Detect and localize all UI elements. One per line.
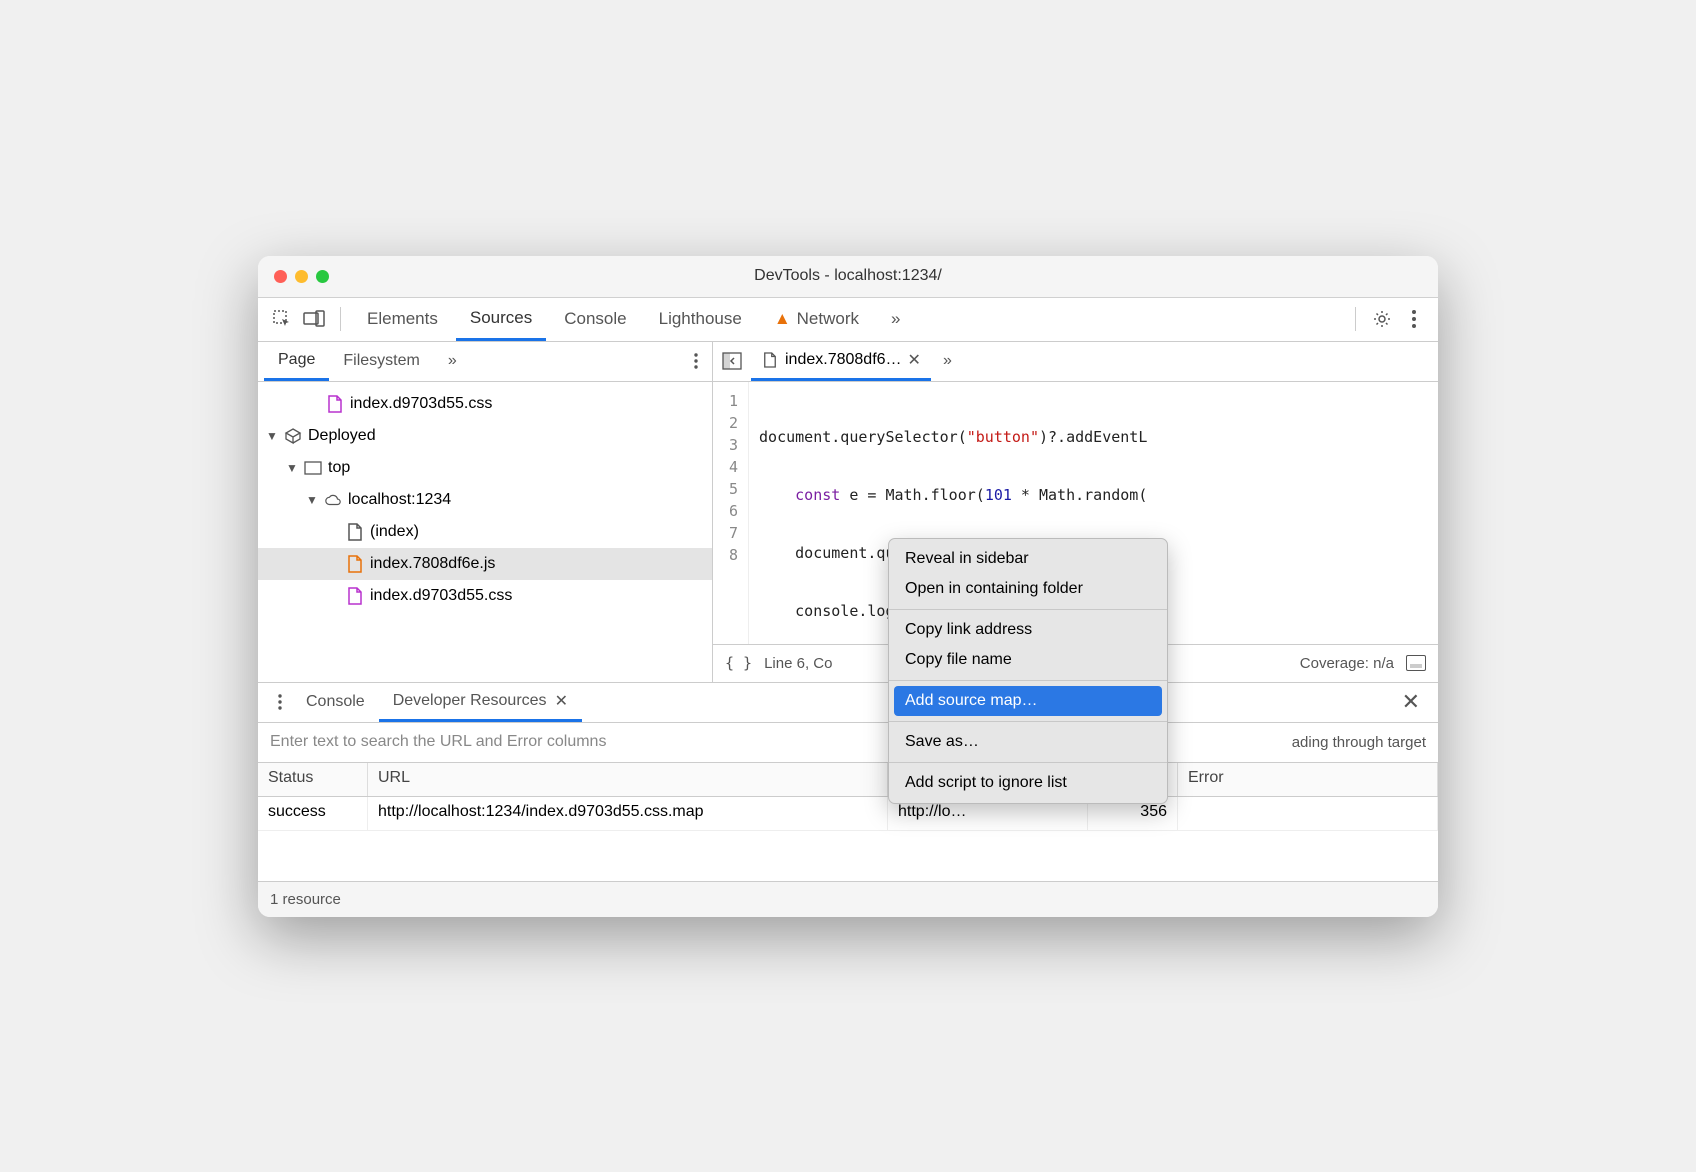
context-menu: Reveal in sidebar Open in containing fol… <box>888 538 1168 804</box>
through-target-label: ading through target <box>1292 734 1426 751</box>
navigator-more-icon[interactable] <box>686 353 706 369</box>
tree-item-label: index.d9703d55.css <box>350 395 492 413</box>
tree-item-css[interactable]: index.d9703d55.css <box>258 388 712 420</box>
menu-open-folder[interactable]: Open in containing folder <box>889 574 1167 604</box>
tabs-overflow-icon[interactable]: » <box>877 298 914 341</box>
menu-add-source-map[interactable]: Add source map… <box>894 686 1162 716</box>
close-tab-icon[interactable]: ✕ <box>908 350 921 370</box>
cell-error <box>1178 797 1438 830</box>
devtools-window: DevTools - localhost:1234/ Elements Sour… <box>258 256 1438 917</box>
tree-item-host[interactable]: ▼ localhost:1234 <box>258 484 712 516</box>
css-file-icon <box>326 395 344 413</box>
tree-item-label: index.7808df6e.js <box>370 555 495 573</box>
tab-lighthouse[interactable]: Lighthouse <box>645 298 756 341</box>
menu-reveal-sidebar[interactable]: Reveal in sidebar <box>889 544 1167 574</box>
window-title: DevTools - localhost:1234/ <box>258 267 1438 285</box>
frame-icon <box>304 459 322 477</box>
tab-network-label: Network <box>797 309 859 329</box>
menu-copy-name[interactable]: Copy file name <box>889 645 1167 675</box>
cursor-position: Line 6, Co <box>764 655 832 672</box>
drawer-tabs: Console Developer Resources ✕ ✕ <box>258 683 1438 723</box>
cube-icon <box>284 427 302 445</box>
tree-item-css2[interactable]: index.d9703d55.css <box>258 580 712 612</box>
toggle-navigator-icon[interactable] <box>719 348 745 374</box>
cell-status: success <box>258 797 368 830</box>
drawer-tab-developer-resources[interactable]: Developer Resources ✕ <box>379 683 582 722</box>
tab-elements[interactable]: Elements <box>353 298 452 341</box>
caret-down-icon: ▼ <box>306 493 318 507</box>
editor-file-tabs: index.7808df6… ✕ » <box>713 342 1438 382</box>
drawer-tab-console[interactable]: Console <box>292 683 379 722</box>
css-file-icon <box>346 587 364 605</box>
col-url[interactable]: URL <box>368 763 888 796</box>
col-status[interactable]: Status <box>258 763 368 796</box>
file-tabs-overflow-icon[interactable]: » <box>937 352 958 370</box>
line-gutter: 1 2 3 4 5 6 7 8 <box>713 382 749 644</box>
tree-item-js[interactable]: index.7808df6e.js <box>258 548 712 580</box>
drawer-tab-label: Developer Resources <box>393 692 547 710</box>
cell-url: http://localhost:1234/index.d9703d55.css… <box>368 797 888 830</box>
navigator-overflow-icon[interactable]: » <box>434 342 471 381</box>
caret-down-icon: ▼ <box>266 429 278 443</box>
tab-sources[interactable]: Sources <box>456 298 546 341</box>
tree-item-top[interactable]: ▼ top <box>258 452 712 484</box>
table-footer: 1 resource <box>258 881 1438 917</box>
menu-separator <box>889 680 1167 681</box>
more-menu-icon[interactable] <box>1400 305 1428 333</box>
tree-item-label: Deployed <box>308 427 376 445</box>
device-toolbar-icon[interactable] <box>300 305 328 333</box>
tab-filesystem[interactable]: Filesystem <box>329 342 433 381</box>
tab-console[interactable]: Console <box>550 298 640 341</box>
divider <box>1355 307 1356 331</box>
close-drawer-icon[interactable]: ✕ <box>1394 689 1428 715</box>
navigator-tabs: Page Filesystem » <box>258 342 712 382</box>
navigator-panel: Page Filesystem » index.d9703d55.css ▼ D… <box>258 342 713 682</box>
js-file-icon <box>346 555 364 573</box>
settings-icon[interactable] <box>1368 305 1396 333</box>
pretty-print-icon[interactable]: { } <box>725 654 752 672</box>
tree-item-label: (index) <box>370 523 419 541</box>
coverage-status: Coverage: n/a <box>1300 655 1394 672</box>
table-header: Status URL Error <box>258 763 1438 797</box>
drawer-more-icon[interactable] <box>268 694 292 710</box>
divider <box>340 307 341 331</box>
titlebar: DevTools - localhost:1234/ <box>258 256 1438 298</box>
tree-item-index[interactable]: (index) <box>258 516 712 548</box>
main-tabs: Elements Sources Console Lighthouse ▲ Ne… <box>258 298 1438 342</box>
content-area: Page Filesystem » index.d9703d55.css ▼ D… <box>258 342 1438 682</box>
drawer: Console Developer Resources ✕ ✕ ading th… <box>258 682 1438 917</box>
tab-page[interactable]: Page <box>264 342 329 381</box>
file-tree: index.d9703d55.css ▼ Deployed ▼ top ▼ lo… <box>258 382 712 618</box>
inspect-element-icon[interactable] <box>268 305 296 333</box>
tree-item-label: localhost:1234 <box>348 491 451 509</box>
close-drawer-tab-icon[interactable]: ✕ <box>555 691 568 711</box>
menu-separator <box>889 721 1167 722</box>
menu-separator <box>889 609 1167 610</box>
menu-save-as[interactable]: Save as… <box>889 727 1167 757</box>
menu-ignore-list[interactable]: Add script to ignore list <box>889 768 1167 798</box>
tree-item-label: top <box>328 459 350 477</box>
col-error[interactable]: Error <box>1178 763 1438 796</box>
resources-table: Status URL Error success http://localhos… <box>258 763 1438 917</box>
file-tab-active[interactable]: index.7808df6… ✕ <box>751 342 931 381</box>
tree-item-deployed[interactable]: ▼ Deployed <box>258 420 712 452</box>
menu-separator <box>889 762 1167 763</box>
file-tab-label: index.7808df6… <box>785 351 902 369</box>
document-icon <box>761 351 779 369</box>
tab-network[interactable]: ▲ Network <box>760 298 873 341</box>
cloud-icon <box>324 491 342 509</box>
caret-down-icon: ▼ <box>286 461 298 475</box>
warning-icon: ▲ <box>774 309 791 329</box>
tree-item-label: index.d9703d55.css <box>370 587 512 605</box>
menu-copy-link[interactable]: Copy link address <box>889 615 1167 645</box>
document-icon <box>346 523 364 541</box>
table-row[interactable]: success http://localhost:1234/index.d970… <box>258 797 1438 831</box>
table-empty-space <box>258 831 1438 881</box>
collapse-panel-icon[interactable] <box>1406 655 1426 671</box>
search-row: ading through target <box>258 723 1438 763</box>
